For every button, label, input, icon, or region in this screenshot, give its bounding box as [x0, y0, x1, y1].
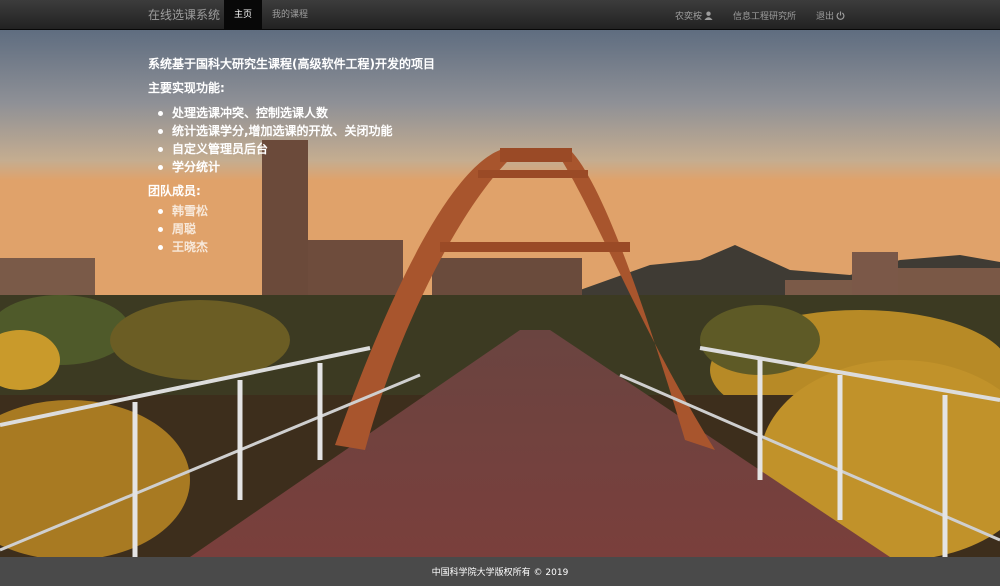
nav-logout-label: 退出 — [815, 11, 834, 22]
top-navbar: 在线选课系统 主页 我的课程 农奕桉 信息工程研究所 退出 — [0, 0, 1000, 30]
feature-item: 学分统计 — [156, 158, 435, 176]
feature-item: 处理选课冲突、控制选课人数 — [156, 104, 435, 122]
copyright-text: 中国科学院大学版权所有 © 2019 — [431, 568, 569, 578]
hero-content: 系统基于国科大研究生课程(高级软件工程)开发的项目 主要实现功能: 处理选课冲突… — [148, 56, 435, 262]
nav-left: 主页 我的课程 — [224, 0, 318, 30]
nav-logout-link[interactable]: 退出 — [806, 0, 855, 30]
power-icon — [836, 10, 845, 20]
user-icon — [704, 11, 713, 20]
nav-user-label: 农奕桉 — [674, 11, 702, 22]
nav-institute-link[interactable]: 信息工程研究所 — [723, 0, 806, 30]
nav-home-link[interactable]: 主页 — [224, 0, 263, 30]
feature-item: 自定义管理员后台 — [156, 140, 435, 158]
project-description-heading: 系统基于国科大研究生课程(高级软件工程)开发的项目 — [148, 57, 435, 71]
feature-item: 统计选课学分,增加选课的开放、关闭功能 — [156, 122, 435, 140]
hero-section: 系统基于国科大研究生课程(高级软件工程)开发的项目 主要实现功能: 处理选课冲突… — [0, 30, 1000, 557]
nav-user-link[interactable]: 农奕桉 — [665, 0, 723, 30]
nav-my-courses-link[interactable]: 我的课程 — [262, 0, 318, 30]
team-heading: 团队成员: — [148, 184, 201, 198]
page-footer: 中国科学院大学版权所有 © 2019 — [0, 557, 1000, 586]
features-heading: 主要实现功能: — [148, 81, 225, 95]
team-member: 周聪 — [156, 220, 435, 238]
team-member-list: 韩雪松 周聪 王晓杰 — [156, 202, 435, 256]
nav-right: 农奕桉 信息工程研究所 退出 — [665, 0, 855, 30]
team-member: 王晓杰 — [156, 238, 435, 256]
feature-list: 处理选课冲突、控制选课人数 统计选课学分,增加选课的开放、关闭功能 自定义管理员… — [156, 104, 435, 176]
team-member: 韩雪松 — [156, 202, 435, 220]
brand-link[interactable]: 在线选课系统 — [148, 0, 220, 30]
